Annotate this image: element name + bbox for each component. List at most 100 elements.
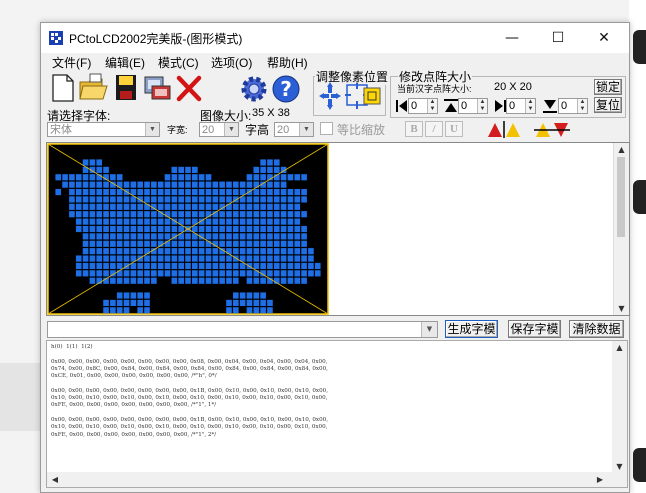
pixel[interactable] [287, 262, 294, 270]
pixel[interactable] [151, 218, 157, 225]
pixel[interactable] [96, 240, 103, 247]
pixel[interactable] [192, 181, 198, 188]
pixel[interactable] [171, 262, 178, 270]
left-spin[interactable]: 0 ▲ ▼ [408, 98, 438, 114]
pixel[interactable] [205, 270, 212, 277]
pixel[interactable] [301, 233, 307, 240]
pixel[interactable] [103, 307, 109, 314]
pixel[interactable] [308, 255, 314, 262]
pixel[interactable] [75, 225, 82, 233]
pixel[interactable] [171, 248, 178, 255]
pixel[interactable] [294, 248, 301, 255]
pixel-canvas[interactable] [47, 143, 329, 315]
pixel[interactable] [103, 299, 109, 307]
pixel[interactable] [267, 188, 273, 196]
pixel[interactable] [171, 181, 178, 188]
pixel[interactable] [144, 277, 150, 284]
pixel[interactable] [116, 277, 123, 284]
pixel[interactable] [75, 174, 82, 181]
pixel[interactable] [267, 159, 273, 166]
pixel[interactable] [103, 203, 109, 210]
pixel[interactable] [144, 240, 150, 247]
pixel[interactable] [123, 233, 130, 240]
pixel[interactable] [246, 255, 253, 262]
pixel[interactable] [239, 292, 246, 299]
pixel[interactable] [294, 277, 301, 284]
char-width-arrow[interactable]: ▼ [224, 123, 238, 136]
pixel[interactable] [178, 240, 184, 247]
pixel[interactable] [232, 292, 239, 299]
pixel[interactable] [246, 218, 253, 225]
output-text-area[interactable]: h(0) 1(1) 1(2) 0x00, 0x00, 0x00, 0x00, 0… [46, 340, 628, 488]
pixel[interactable] [267, 270, 273, 277]
pixel[interactable] [123, 248, 130, 255]
pixel[interactable] [253, 240, 260, 247]
maximize-button[interactable]: ☐ [535, 23, 581, 53]
pixel[interactable] [123, 255, 130, 262]
pixel[interactable] [301, 225, 307, 233]
pixel[interactable] [280, 218, 287, 225]
pixel[interactable] [205, 225, 212, 233]
pixel[interactable] [116, 255, 123, 262]
pixel[interactable] [219, 218, 225, 225]
pixel[interactable] [171, 255, 178, 262]
pixel[interactable] [137, 292, 144, 299]
pixel[interactable] [260, 255, 266, 262]
pixel[interactable] [116, 240, 123, 247]
pixel[interactable] [260, 166, 266, 173]
pixel[interactable] [137, 181, 144, 188]
pixel[interactable] [96, 188, 103, 196]
pixel[interactable] [253, 174, 260, 181]
pixel[interactable] [82, 248, 89, 255]
pixel[interactable] [123, 196, 130, 203]
pixel[interactable] [301, 188, 307, 196]
pixel[interactable] [253, 188, 260, 196]
pixel[interactable] [273, 188, 280, 196]
pixel[interactable] [110, 225, 116, 233]
pixel[interactable] [185, 181, 191, 188]
pixel[interactable] [137, 188, 144, 196]
pixel[interactable] [96, 248, 103, 255]
pixel[interactable] [260, 196, 266, 203]
pixel[interactable] [232, 211, 239, 218]
pixel[interactable] [144, 299, 150, 307]
pixel[interactable] [116, 248, 123, 255]
pixel[interactable] [164, 181, 171, 188]
pixel[interactable] [301, 240, 307, 247]
pixel[interactable] [232, 248, 239, 255]
pixel[interactable] [273, 166, 280, 173]
pixel[interactable] [96, 211, 103, 218]
pixel[interactable] [192, 255, 198, 262]
pixel[interactable] [280, 211, 287, 218]
pixel[interactable] [130, 277, 137, 284]
pixel[interactable] [62, 174, 68, 181]
pixel[interactable] [205, 196, 212, 203]
pixel[interactable] [232, 262, 239, 270]
pixel[interactable] [294, 240, 301, 247]
pixel[interactable] [287, 188, 294, 196]
pixel[interactable] [185, 255, 191, 262]
pixel[interactable] [178, 203, 184, 210]
pixel[interactable] [253, 255, 260, 262]
pixel[interactable] [219, 255, 225, 262]
pixel[interactable] [232, 203, 239, 210]
reset-button[interactable]: 复位 [594, 97, 622, 113]
pixel[interactable] [232, 240, 239, 247]
pixel[interactable] [164, 203, 171, 210]
pixel[interactable] [287, 211, 294, 218]
pixel[interactable] [267, 248, 273, 255]
pixel[interactable] [103, 211, 109, 218]
pixel[interactable] [116, 233, 123, 240]
pixel[interactable] [226, 196, 232, 203]
pixel[interactable] [75, 262, 82, 270]
settings-gear-icon[interactable] [239, 73, 269, 105]
pixel[interactable] [253, 181, 260, 188]
pixel[interactable] [205, 188, 212, 196]
pixel[interactable] [137, 203, 144, 210]
pixel[interactable] [123, 307, 130, 314]
pixel[interactable] [239, 240, 246, 247]
pixel[interactable] [69, 181, 75, 188]
pixel[interactable] [226, 262, 232, 270]
pixel[interactable] [164, 233, 171, 240]
pixel[interactable] [55, 188, 62, 196]
